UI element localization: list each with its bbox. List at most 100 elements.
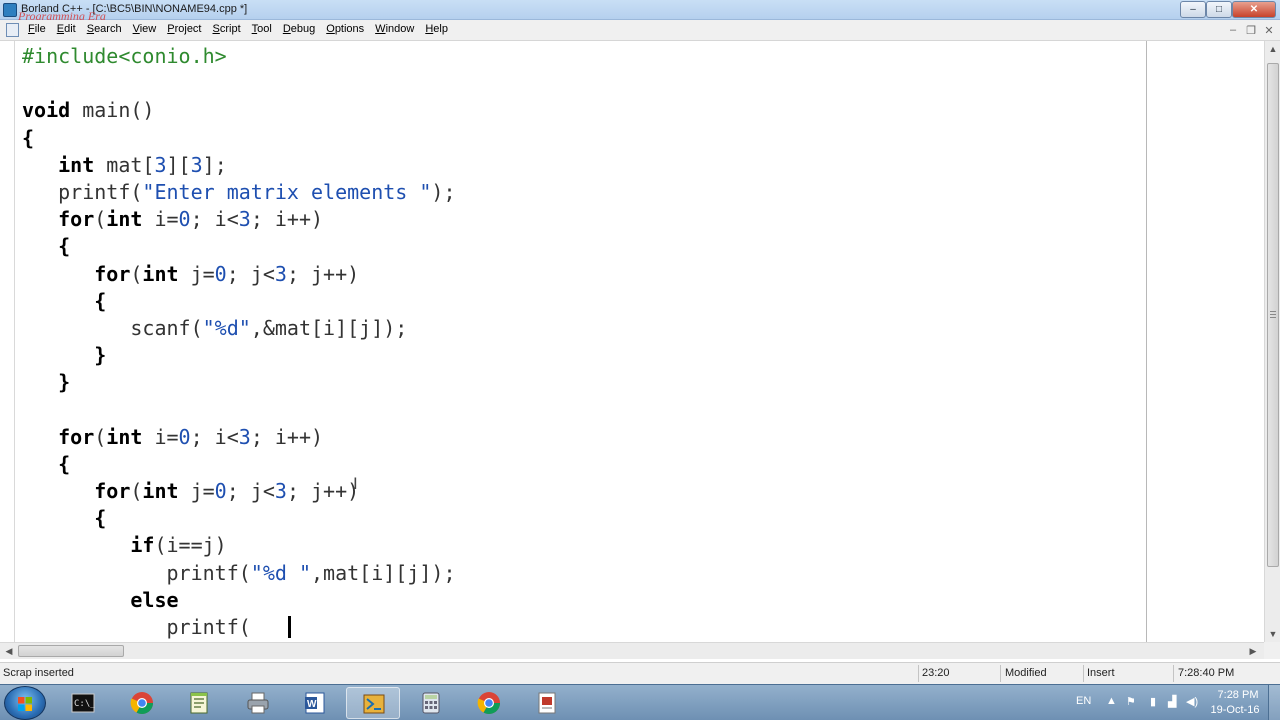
clock-time[interactable]: 7:28 PM	[1208, 689, 1268, 701]
menu-search[interactable]: Search	[87, 23, 122, 35]
code-token: for	[94, 479, 131, 503]
language-indicator[interactable]: EN	[1076, 695, 1091, 707]
code-token: 3	[238, 424, 251, 449]
code-token: #include<conio.h>	[22, 44, 227, 68]
horizontal-scroll-thumb[interactable]	[18, 645, 124, 657]
code-line[interactable]: for(int j=0; j<3; j++)	[22, 478, 456, 505]
code-area[interactable]: #include<conio.h> void main(){ int mat[3]…	[22, 43, 456, 641]
taskbar-app-notepad[interactable]	[172, 687, 226, 719]
document-close-button[interactable]: ✕	[1262, 24, 1276, 37]
menu-debug[interactable]: Debug	[283, 23, 315, 35]
action-center-icon[interactable]: ⚑	[1126, 695, 1136, 708]
scroll-up-arrow-icon[interactable]: ▲	[1265, 41, 1280, 57]
code-token: ; j<	[226, 261, 275, 286]
document-icon[interactable]	[6, 23, 19, 37]
code-token: ,mat[i][j]);	[311, 560, 456, 585]
code-line[interactable]: int mat[3][3];	[22, 152, 456, 179]
code-line[interactable]: else	[22, 587, 456, 614]
menu-options[interactable]: Options	[326, 23, 364, 35]
notepad-icon	[190, 692, 208, 714]
vertical-scrollbar[interactable]: ▲ ▼	[1264, 41, 1280, 642]
code-line[interactable]: for(int i=0; i<3; i++)	[22, 424, 456, 451]
taskbar-app-word[interactable]: W	[288, 687, 342, 719]
code-line[interactable]: printf("%d ",mat[i][j]);	[22, 560, 456, 587]
code-line[interactable]: #include<conio.h>	[22, 43, 456, 70]
code-line[interactable]: for(int i=0; i<3; i++)	[22, 206, 456, 233]
menu-file[interactable]: File	[28, 23, 46, 35]
clock-date[interactable]: 19-Oct-16	[1200, 704, 1270, 716]
taskbar-app-chrome[interactable]	[115, 687, 169, 719]
system-tray: EN ▲ ⚑ ▮ ▟ ◀) 7:28 PM 19-Oct-16	[1068, 685, 1280, 720]
menu-project[interactable]: Project	[167, 23, 201, 35]
code-line[interactable]: for(int j=0; j<3; j++)	[22, 261, 456, 288]
ibeam-cursor-icon: I	[353, 474, 358, 493]
taskbar-app-cmd[interactable]: C:\_	[56, 687, 110, 719]
code-line[interactable]: scanf("%d",&mat[i][j]);	[22, 315, 456, 342]
close-button[interactable]: ✕	[1232, 1, 1276, 18]
code-token: 0	[214, 261, 227, 286]
menu-script[interactable]: Script	[213, 23, 241, 35]
menu-tool[interactable]: Tool	[252, 23, 272, 35]
code-line[interactable]: if(i==j)	[22, 532, 456, 559]
gutter-line	[14, 41, 15, 642]
taskbar-app-printer[interactable]	[231, 687, 285, 719]
code-editor[interactable]: #include<conio.h> void main(){ int mat[3]…	[0, 41, 1264, 642]
code-token: ,&mat[i][j]);	[250, 315, 408, 340]
code-line[interactable]: printf(	[22, 614, 456, 641]
code-token: i=	[142, 207, 179, 232]
menu-list: File Edit Search View Project Script Too…	[28, 23, 459, 35]
taskbar-app-chrome-2[interactable]	[462, 687, 516, 719]
start-button[interactable]	[4, 686, 46, 720]
show-desktop-button[interactable]	[1268, 685, 1280, 720]
code-token: if	[130, 533, 155, 558]
minimize-button[interactable]: –	[1180, 1, 1206, 18]
code-token: }	[58, 370, 71, 395]
scroll-left-arrow-icon[interactable]: ◀	[2, 643, 16, 659]
horizontal-scrollbar[interactable]: ◀ ▶	[0, 642, 1264, 659]
code-line[interactable]: {	[22, 505, 456, 532]
code-token: printf(	[22, 614, 251, 639]
code-line[interactable]: {	[22, 288, 456, 315]
status-time: 7:28:40 PM	[1178, 667, 1235, 679]
vertical-scroll-thumb[interactable]	[1267, 63, 1279, 567]
code-line[interactable]: {	[22, 125, 456, 152]
code-line[interactable]: void main()	[22, 97, 456, 124]
maximize-button[interactable]: □	[1206, 1, 1232, 18]
code-line[interactable]	[22, 396, 456, 423]
battery-icon[interactable]: ▮	[1150, 695, 1156, 708]
borland-app-icon[interactable]	[3, 3, 17, 17]
document-restore-button[interactable]: ❐	[1244, 24, 1258, 37]
show-hidden-icons-icon[interactable]: ▲	[1106, 695, 1117, 707]
menu-edit[interactable]: Edit	[57, 23, 76, 35]
network-icon[interactable]: ▟	[1168, 695, 1176, 708]
taskbar-app-borland[interactable]	[346, 687, 400, 719]
scroll-down-arrow-icon[interactable]: ▼	[1265, 626, 1280, 642]
document-minimize-button[interactable]: –	[1226, 24, 1240, 36]
menu-help[interactable]: Help	[425, 23, 448, 35]
taskbar-app-calculator[interactable]	[404, 687, 458, 719]
menu-window[interactable]: Window	[375, 23, 414, 35]
code-line[interactable]	[22, 70, 456, 97]
taskbar-app-document[interactable]	[520, 687, 574, 719]
menu-view[interactable]: View	[133, 23, 157, 35]
code-token: j=	[178, 479, 215, 503]
code-token: (	[94, 207, 107, 232]
code-line[interactable]: {	[22, 451, 456, 478]
code-line[interactable]: printf("Enter matrix elements ");	[22, 179, 455, 206]
code-token: ; j<	[226, 479, 275, 503]
code-line[interactable]: {	[22, 233, 456, 260]
code-token: int	[106, 207, 143, 232]
code-token: ][	[166, 152, 191, 177]
scroll-right-arrow-icon[interactable]: ▶	[1246, 643, 1260, 659]
code-line[interactable]: }	[22, 369, 456, 396]
status-bar: Scrap inserted 23:20 Modified Insert 7:2…	[0, 662, 1280, 684]
volume-icon[interactable]: ◀)	[1186, 695, 1198, 708]
code-token: int	[142, 479, 179, 503]
code-line[interactable]: }	[22, 342, 456, 369]
